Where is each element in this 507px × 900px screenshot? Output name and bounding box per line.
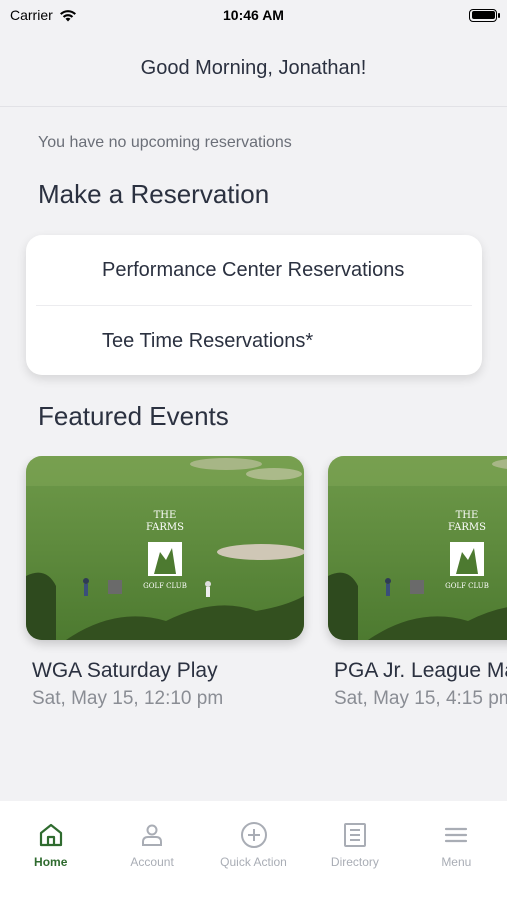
reservation-card: Performance Center Reservations Tee Time… — [26, 235, 482, 375]
header: Good Morning, Jonathan! — [0, 30, 507, 107]
logo-text-the: THE — [456, 510, 479, 521]
logo-text-farms: FARMS — [146, 522, 184, 533]
event-card[interactable]: THE FARMS GOLF CLUB WGA Saturday Play Sa… — [26, 456, 304, 710]
tab-account[interactable]: Account — [101, 801, 202, 900]
tab-label: Directory — [330, 855, 379, 869]
battery-icon — [469, 8, 500, 22]
tab-home[interactable]: Home — [0, 801, 101, 900]
event-date: Sat, May 15, 4:15 pm — [334, 688, 507, 709]
make-reservation-title: Make a Reservation — [38, 179, 270, 209]
featured-events-title: Featured Events — [38, 401, 229, 431]
home-icon — [39, 823, 62, 847]
event-card[interactable]: THE FARMS GOLF CLUB PGA Jr. League Match… — [328, 456, 507, 710]
logo-text-the: THE — [154, 510, 177, 521]
wifi-icon — [59, 9, 76, 21]
menu-icon — [445, 827, 468, 843]
reservation-item-label: Performance Center Reservations — [102, 258, 405, 281]
tee-time-reservations-button[interactable]: Tee Time Reservations* — [26, 306, 482, 376]
reservation-item-label: Tee Time Reservations* — [102, 329, 314, 352]
event-title: PGA Jr. League Match Home — [334, 659, 507, 682]
event-date: Sat, May 15, 12:10 pm — [32, 688, 224, 709]
tab-bar: Home Account Quick Action Directory Menu — [0, 801, 507, 900]
logo-text-golf-club: GOLF CLUB — [445, 582, 489, 590]
no-reservations-message: You have no upcoming reservations — [38, 134, 292, 151]
featured-events-carousel[interactable]: THE FARMS GOLF CLUB WGA Saturday Play Sa… — [0, 456, 507, 756]
status-bar: Carrier 10:46 AM — [0, 0, 507, 30]
plus-circle-icon — [240, 822, 267, 848]
tab-quick-action[interactable]: Quick Action — [203, 801, 304, 900]
event-image: THE FARMS GOLF CLUB — [328, 456, 507, 640]
logo-text-golf-club: GOLF CLUB — [143, 582, 187, 590]
performance-center-reservations-button[interactable]: Performance Center Reservations — [26, 235, 482, 305]
directory-icon — [343, 823, 366, 847]
tab-menu[interactable]: Menu — [406, 801, 507, 900]
logo-text-farms: FARMS — [448, 522, 486, 533]
tab-label: Menu — [441, 855, 472, 869]
carrier-label: Carrier — [10, 7, 53, 23]
event-title: WGA Saturday Play — [32, 659, 218, 682]
event-image: THE FARMS GOLF CLUB — [26, 456, 304, 640]
tab-label: Quick Action — [220, 855, 287, 869]
tab-label: Home — [34, 855, 68, 869]
status-left: Carrier — [10, 7, 77, 23]
person-icon — [142, 824, 163, 846]
tab-directory[interactable]: Directory — [304, 801, 405, 900]
tab-label: Account — [130, 855, 174, 869]
greeting-title: Good Morning, Jonathan! — [140, 56, 367, 79]
